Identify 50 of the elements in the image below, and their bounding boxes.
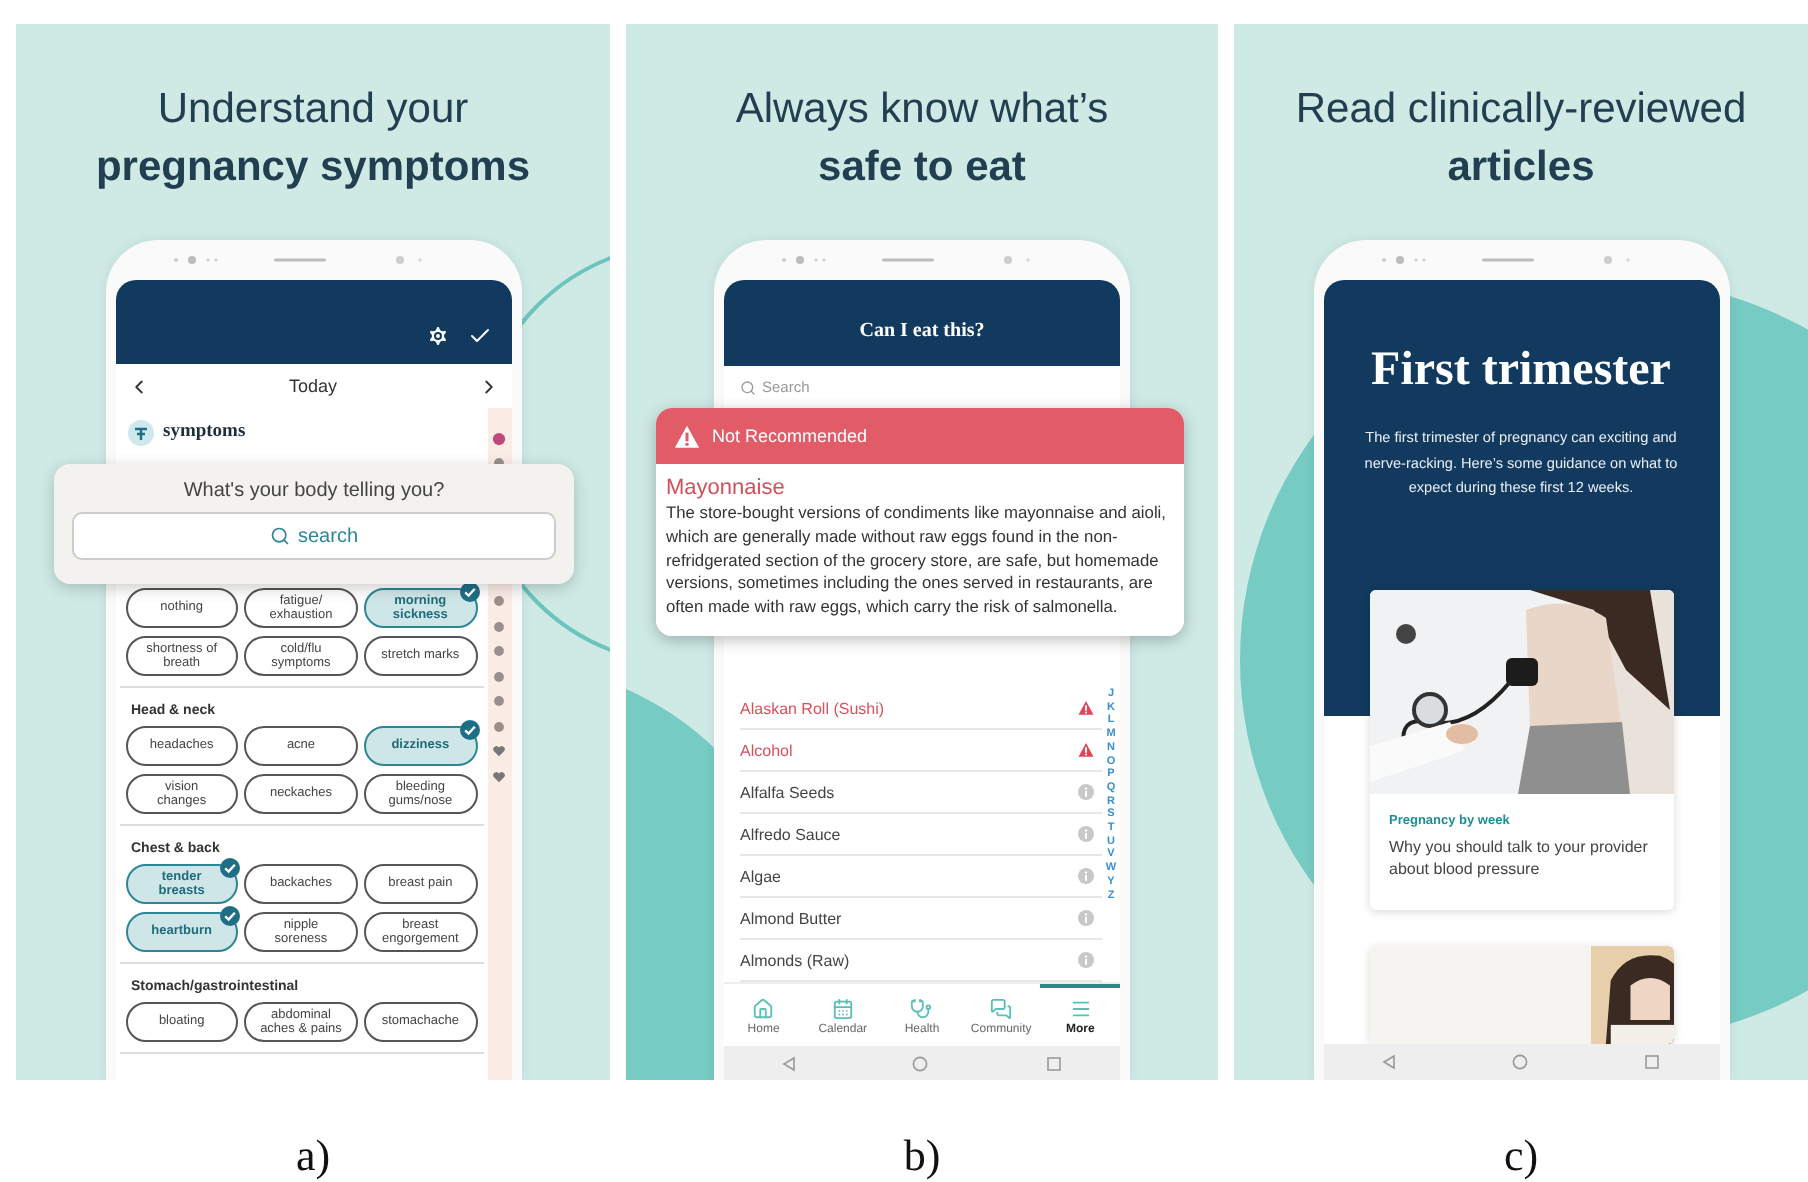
food-name[interactable]: Almond Butter xyxy=(740,909,842,927)
food-name[interactable]: Alcohol xyxy=(740,741,793,759)
food-title: Mayonnaise xyxy=(666,476,787,500)
info-icon[interactable] xyxy=(1078,826,1094,842)
warning-icon xyxy=(1078,700,1094,716)
section-title: symptoms xyxy=(163,422,246,442)
back-icon[interactable] xyxy=(1381,1054,1396,1070)
article-title: Why you should talk to your provider about blood pressure xyxy=(1389,835,1650,882)
check-icon[interactable] xyxy=(467,324,491,348)
calendar-icon xyxy=(831,998,854,1020)
prompt-question: What's your body telling you? xyxy=(181,480,447,502)
info-icon[interactable] xyxy=(1078,952,1094,968)
alert-status: Not Recommended xyxy=(712,426,868,446)
figure-caption: b) xyxy=(901,1130,943,1182)
article-section-title: First trimester xyxy=(1371,344,1671,398)
alert-text: The store-bought versions of condiments like mayonnaise and aioli, which are generally made without raw eggs found in the non-refridgerated section of the grocery store, are safe, but homemade versions, sometimes including the ones served in restaurants, are often made with raw eggs, which carry the risk of salmonella. xyxy=(666,502,1168,620)
food-name[interactable]: Alfalfa Seeds xyxy=(740,783,835,801)
date-label: Today xyxy=(288,376,338,396)
warning-icon xyxy=(674,423,700,449)
check-icon xyxy=(220,906,241,926)
back-icon[interactable] xyxy=(782,1056,797,1072)
search-button[interactable]: search xyxy=(72,512,556,560)
home-circle-icon[interactable] xyxy=(1511,1054,1528,1070)
recents-icon[interactable] xyxy=(1045,1056,1062,1072)
panel-heading: Always know what’s safe to eat xyxy=(735,84,1109,194)
food-name[interactable]: Alfredo Sauce xyxy=(740,825,841,843)
info-icon[interactable] xyxy=(1078,910,1094,926)
recents-icon[interactable] xyxy=(1644,1054,1661,1070)
figure-caption: c) xyxy=(1501,1130,1541,1182)
house-icon xyxy=(752,998,775,1020)
search-icon xyxy=(269,526,290,546)
chat-bubbles-icon xyxy=(990,998,1013,1020)
panel-heading: Read clinically-reviewed articles xyxy=(1295,84,1747,194)
check-icon xyxy=(220,858,241,878)
panel-heading: Understand your pregnancy symptoms xyxy=(95,84,531,194)
info-icon[interactable] xyxy=(1078,784,1094,800)
figure-caption: a) xyxy=(293,1130,333,1182)
food-name[interactable]: Almonds (Raw) xyxy=(740,951,850,969)
home-circle-icon[interactable] xyxy=(912,1056,929,1072)
search-icon xyxy=(740,379,756,395)
menu-icon xyxy=(1069,998,1092,1020)
check-icon xyxy=(459,720,479,740)
warning-icon xyxy=(1078,742,1094,758)
info-icon[interactable] xyxy=(1078,868,1094,884)
settings-icon[interactable] xyxy=(425,324,449,348)
food-name[interactable]: Alaskan Roll (Sushi) xyxy=(740,699,885,717)
stethoscope-icon xyxy=(910,998,933,1020)
screen-title: Can I eat this? xyxy=(859,320,985,342)
symptoms-icon xyxy=(127,419,153,445)
food-name[interactable]: Algae xyxy=(740,867,781,885)
